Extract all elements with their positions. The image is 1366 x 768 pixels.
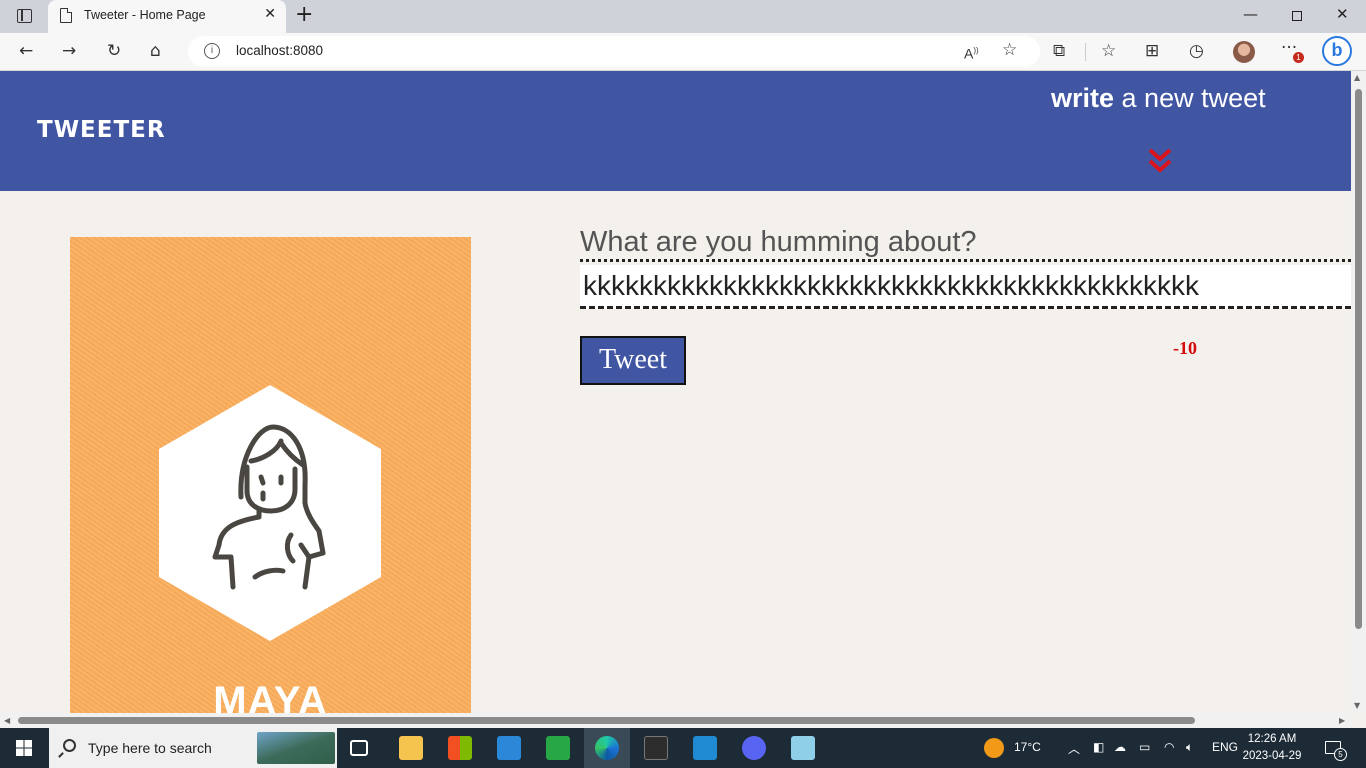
char-counter: -10 (1173, 338, 1197, 358)
page-viewport: TWEETER write a new tweet MAYA What are … (0, 71, 1351, 713)
collections-icon[interactable]: ⊞ (1145, 41, 1159, 61)
refresh-icon[interactable]: ↻ (107, 41, 121, 61)
notepad-icon[interactable] (791, 736, 815, 760)
scroll-up-icon[interactable]: ▲ (1354, 73, 1360, 82)
taskbar-search[interactable]: Type here to search (49, 728, 337, 768)
favorites-icon[interactable]: ☆ (1101, 41, 1116, 61)
mail-icon[interactable] (497, 736, 521, 760)
favorite-add-icon[interactable]: ☆ (1002, 40, 1017, 60)
network-icon[interactable]: ◧ (1093, 740, 1104, 754)
url-text[interactable]: localhost:8080 (236, 43, 323, 58)
read-aloud-icon[interactable]: A)) (964, 41, 979, 64)
extensions-icon[interactable]: ⧉ (1053, 41, 1065, 61)
compose-toggle[interactable]: write a new tweet (1051, 83, 1266, 114)
cloud-icon[interactable]: ☁ (1114, 740, 1126, 754)
search-icon-handle (58, 752, 64, 758)
battery-icon[interactable]: ▭ (1139, 740, 1150, 754)
scroll-down-icon[interactable]: ▼ (1354, 701, 1360, 710)
home-icon[interactable]: ⌂ (150, 41, 161, 61)
edge-icon[interactable] (595, 736, 619, 760)
clock-time: 12:26 AM (1247, 733, 1297, 745)
browser-tab-bar: Tweeter - Home Page ✕ + — ✕ (0, 0, 1366, 33)
volume-icon[interactable]: 🔈︎ (1186, 740, 1193, 755)
back-icon[interactable]: ← (19, 41, 33, 61)
info-icon[interactable]: i (204, 43, 220, 59)
vscode-icon[interactable] (693, 736, 717, 760)
search-highlight-image (257, 732, 335, 764)
close-window-icon[interactable]: ✕ (1336, 5, 1349, 23)
tray-chevron-icon[interactable]: ︿ (1068, 740, 1080, 757)
browser-nav-bar: ← → ↻ ⌂ i localhost:8080 A)) ☆ ⧉ ☆ ⊞ ◷ ·… (0, 33, 1366, 71)
horizontal-scroll-thumb[interactable] (18, 717, 1195, 724)
restore-icon[interactable] (1292, 11, 1302, 21)
history-icon[interactable]: ◷ (1189, 41, 1204, 61)
site-header: TWEETER write a new tweet (0, 71, 1351, 191)
chat-icon[interactable] (546, 736, 570, 760)
bing-icon[interactable]: b (1322, 36, 1352, 66)
clock-date: 2023-04-29 (1242, 750, 1302, 762)
address-bar[interactable]: i localhost:8080 A)) ☆ (188, 36, 1040, 67)
tab-actions-icon[interactable] (17, 9, 32, 23)
avatar-hexagon-icon (159, 385, 381, 641)
discord-icon[interactable] (742, 736, 766, 760)
forward-icon[interactable]: → (62, 41, 76, 61)
vertical-scrollbar[interactable]: ▲ ▼ (1351, 71, 1366, 713)
weather-temp[interactable]: 17°C (1014, 740, 1041, 754)
store-icon[interactable] (448, 736, 472, 760)
compose-rest: a new tweet (1114, 83, 1266, 113)
tweet-textarea[interactable]: kkkkkkkkkkkkkkkkkkkkkkkkkkkkkkkkkkkkkkkk… (580, 265, 1351, 309)
file-explorer-icon[interactable] (399, 736, 423, 760)
scroll-left-icon[interactable]: ◀ (4, 716, 10, 725)
tweet-button[interactable]: Tweet (580, 336, 686, 385)
windows-taskbar: Type here to search 17°C ︿ ◧ ☁ ▭ ◠ 🔈︎ EN… (0, 728, 1366, 768)
double-chevron-down-icon[interactable] (1147, 146, 1173, 176)
action-center-badge: 5 (1334, 748, 1347, 761)
notification-badge: 1 (1293, 52, 1304, 63)
prompt-divider (580, 259, 1351, 262)
page-icon (60, 8, 72, 23)
vertical-scroll-thumb[interactable] (1355, 89, 1362, 629)
scroll-right-icon[interactable]: ▶ (1339, 716, 1345, 725)
tab-close-icon[interactable]: ✕ (264, 6, 276, 22)
terminal-icon[interactable] (644, 736, 668, 760)
language-indicator[interactable]: ENG (1212, 740, 1238, 754)
tweet-prompt-label: What are you humming about? (580, 226, 977, 258)
profile-card: MAYA (70, 237, 471, 713)
search-icon (63, 739, 76, 752)
search-placeholder: Type here to search (88, 740, 212, 756)
tweet-textarea-value[interactable]: kkkkkkkkkkkkkkkkkkkkkkkkkkkkkkkkkkkkkkkk… (583, 270, 1199, 302)
tab-title: Tweeter - Home Page (84, 8, 206, 22)
minimize-icon[interactable]: — (1243, 5, 1258, 23)
taskbar-clock[interactable]: 12:26 AM 2023-04-29 (1240, 731, 1304, 765)
new-tab-button[interactable]: + (295, 2, 313, 27)
compose-bold: write (1051, 83, 1115, 113)
brand-logo[interactable]: TWEETER (37, 117, 166, 143)
weather-icon[interactable] (984, 738, 1004, 758)
profile-avatar[interactable] (1233, 41, 1255, 63)
profile-name: MAYA (213, 679, 328, 713)
task-view-icon[interactable] (350, 740, 368, 756)
tab-home-page[interactable]: Tweeter - Home Page ✕ (48, 0, 286, 33)
wifi-icon[interactable]: ◠ (1164, 740, 1174, 754)
windows-start-icon[interactable] (0, 728, 48, 768)
horizontal-scrollbar[interactable]: ◀ ▶ (0, 713, 1351, 728)
toolbar-divider (1085, 43, 1086, 61)
